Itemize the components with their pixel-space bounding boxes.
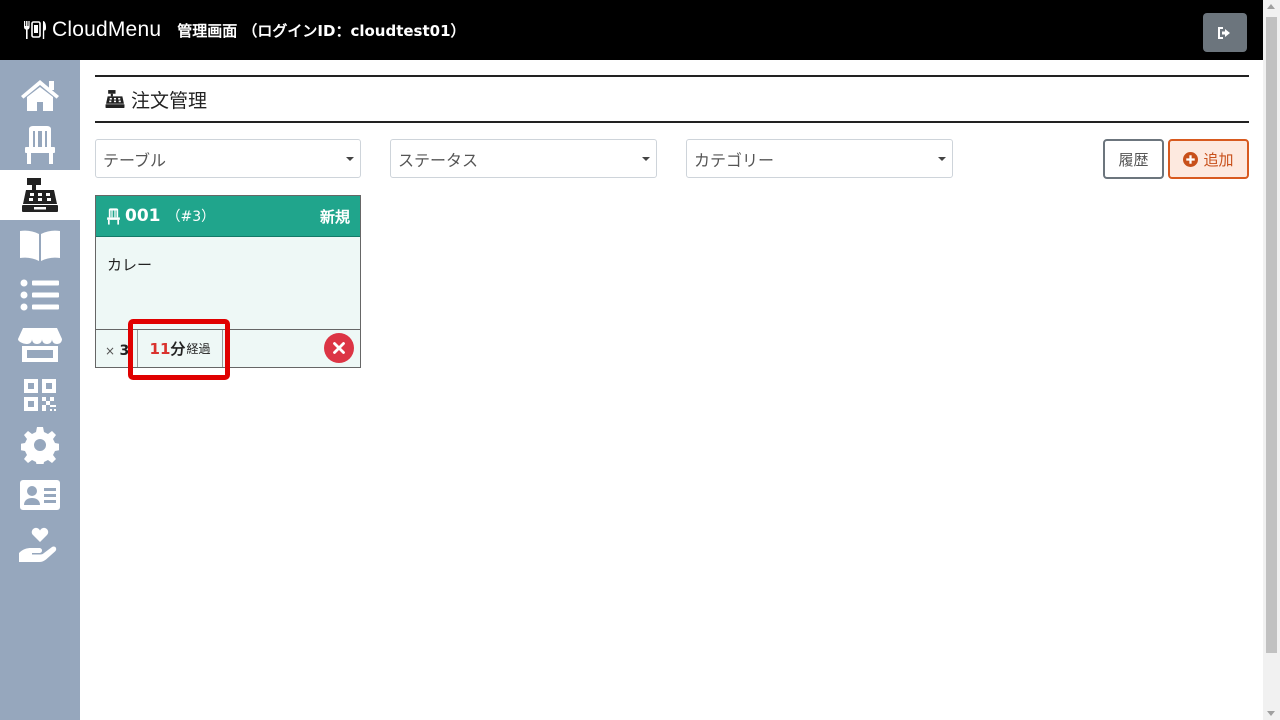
sidebar-item-support[interactable] bbox=[0, 520, 80, 570]
category-filter-select[interactable]: カテゴリー bbox=[686, 139, 953, 178]
chair-icon bbox=[106, 207, 121, 225]
elapsed-time: 11 分経過 bbox=[137, 330, 223, 367]
book-open-icon bbox=[20, 230, 60, 261]
sidebar-item-store[interactable] bbox=[0, 320, 80, 370]
status-filter-placeholder: ステータス bbox=[398, 150, 479, 170]
cutlery-phone-icon bbox=[22, 19, 48, 41]
sidebar-item-home[interactable] bbox=[0, 70, 80, 120]
history-button-label: 履歴 bbox=[1118, 150, 1149, 169]
order-status-badge[interactable]: 新規 bbox=[320, 206, 350, 227]
qty-prefix: × bbox=[105, 344, 116, 358]
sidebar-item-staff[interactable] bbox=[0, 470, 80, 520]
chair-icon bbox=[25, 126, 55, 164]
sidebar-item-qr[interactable] bbox=[0, 370, 80, 420]
scroll-up-arrow-icon[interactable] bbox=[1267, 4, 1275, 9]
order-card[interactable]: 001 （#3） 新規 カレー × 3 11 分経過 bbox=[95, 195, 361, 368]
order-sequence: （#3） bbox=[166, 209, 216, 225]
sidebar-item-list[interactable] bbox=[0, 270, 80, 320]
caret-down-icon bbox=[938, 157, 946, 161]
hand-holding-heart-icon bbox=[19, 527, 57, 562]
caret-down-icon bbox=[642, 157, 650, 161]
sidebar-item-settings[interactable] bbox=[0, 420, 80, 470]
table-filter-select[interactable]: テーブル bbox=[95, 139, 361, 178]
order-card-header: 001 （#3） 新規 bbox=[96, 196, 360, 237]
vertical-scrollbar[interactable] bbox=[1263, 0, 1280, 720]
category-filter-placeholder: カテゴリー bbox=[694, 150, 775, 170]
elapsed-suffix: 経過 bbox=[186, 342, 211, 356]
top-header: CloudMenu 管理画面 （ログインID：cloudtest01） bbox=[0, 0, 1280, 60]
page-title: 注文管理 bbox=[131, 89, 208, 112]
order-item-name: カレー bbox=[107, 256, 153, 274]
plus-circle-icon bbox=[1183, 151, 1199, 167]
qty-value: 3 bbox=[119, 343, 130, 359]
elapsed-minutes: 11 bbox=[149, 339, 171, 358]
list-icon bbox=[20, 279, 59, 311]
history-button[interactable]: 履歴 bbox=[1103, 139, 1164, 179]
table-number: 001 bbox=[125, 206, 161, 226]
qrcode-icon bbox=[24, 379, 56, 411]
cancel-order-button[interactable] bbox=[324, 333, 354, 363]
add-order-button[interactable]: 追加 bbox=[1168, 139, 1249, 179]
sidebar bbox=[0, 60, 80, 720]
add-button-label: 追加 bbox=[1203, 150, 1234, 169]
scroll-down-arrow-icon[interactable] bbox=[1267, 711, 1275, 716]
caret-down-icon bbox=[346, 157, 354, 161]
store-icon bbox=[18, 328, 62, 362]
app-name: CloudMenu bbox=[52, 18, 162, 41]
page-heading: 注文管理 bbox=[95, 75, 1249, 123]
logout-button[interactable] bbox=[1203, 13, 1247, 52]
sidebar-item-menu[interactable] bbox=[0, 220, 80, 270]
close-icon bbox=[333, 342, 345, 354]
order-quantity: × 3 bbox=[105, 343, 129, 359]
sidebar-item-tables[interactable] bbox=[0, 120, 80, 170]
home-icon bbox=[21, 80, 59, 111]
elapsed-unit: 分 bbox=[170, 340, 186, 358]
status-filter-select[interactable]: ステータス bbox=[390, 139, 657, 178]
cash-register-icon bbox=[105, 89, 125, 109]
scrollbar-thumb[interactable] bbox=[1266, 17, 1277, 653]
logo[interactable]: CloudMenu bbox=[22, 18, 161, 42]
cash-register-icon bbox=[22, 178, 58, 212]
sidebar-item-orders[interactable] bbox=[0, 170, 80, 220]
table-filter-placeholder: テーブル bbox=[103, 150, 167, 170]
gear-icon bbox=[21, 427, 59, 464]
sign-out-icon bbox=[1218, 26, 1230, 39]
id-card-icon bbox=[20, 480, 60, 510]
admin-title: 管理画面 （ログインID：cloudtest01） bbox=[177, 21, 466, 40]
order-card-footer: × 3 11 分経過 bbox=[96, 329, 360, 367]
